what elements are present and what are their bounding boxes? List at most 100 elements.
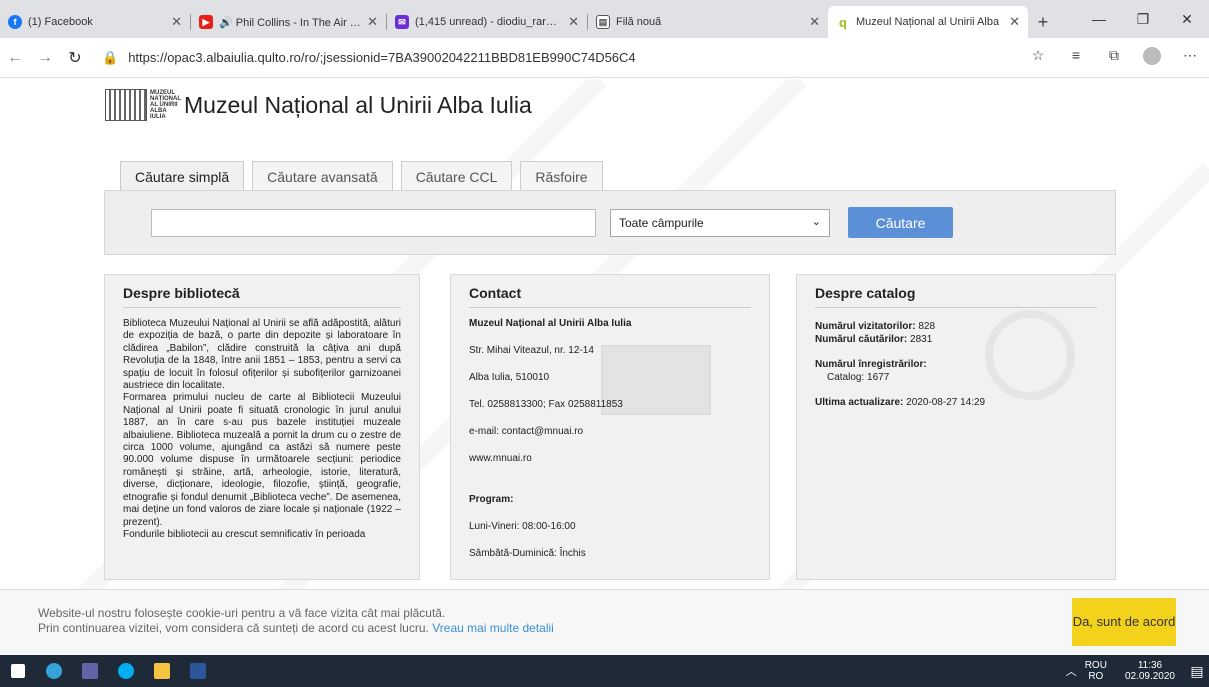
field-select[interactable]: Toate câmpurile ⌄ bbox=[610, 209, 830, 237]
screen: f (1) Facebook ✕ ▶ 🔊 Phil Collins - In T… bbox=[0, 0, 1209, 687]
cookie-line-1: Website-ul nostru folosește cookie-uri p… bbox=[38, 606, 446, 620]
new-tab-button[interactable]: + bbox=[1028, 6, 1058, 38]
logo-text: MUZEUL NAȚIONAL AL UNIRII ALBA IULIA bbox=[150, 90, 181, 120]
window-controls: — ❐ ✕ bbox=[1077, 0, 1209, 38]
about-paragraph: Fondurile bibliotecii au crescut semnifi… bbox=[123, 528, 366, 540]
museum-building-icon bbox=[105, 89, 147, 121]
collections-icon[interactable]: ⧉ bbox=[1095, 47, 1133, 68]
contact-street: Str. Mihai Viteazul, nr. 12-14 bbox=[469, 345, 594, 356]
close-tab-icon[interactable]: ✕ bbox=[1009, 14, 1020, 30]
browser-tab-bar: f (1) Facebook ✕ ▶ 🔊 Phil Collins - In T… bbox=[0, 0, 1209, 38]
favorite-star-icon[interactable]: ☆ bbox=[1019, 47, 1057, 68]
search-panel: Toate câmpurile ⌄ Căutare bbox=[104, 190, 1116, 255]
tab-browse[interactable]: Răsfoire bbox=[520, 161, 603, 191]
cookie-accept-button[interactable]: Da, sunt de acord bbox=[1072, 598, 1176, 646]
visitors-value: 828 bbox=[918, 321, 936, 332]
cookie-details-link[interactable]: Vreau mai multe detalii bbox=[432, 621, 554, 635]
updated-label: Ultima actualizare: bbox=[815, 397, 904, 408]
about-title: Despre bibliotecă bbox=[123, 285, 401, 308]
close-tab-icon[interactable]: ✕ bbox=[367, 14, 378, 30]
tab-ccl-search[interactable]: Căutare CCL bbox=[400, 161, 513, 191]
newtab-icon: ▤ bbox=[596, 15, 610, 29]
mail-icon: ✉ bbox=[395, 15, 409, 29]
search-input[interactable] bbox=[151, 209, 596, 237]
clock-date: 02.09.2020 bbox=[1124, 671, 1175, 682]
close-window-icon[interactable]: ✕ bbox=[1165, 0, 1209, 38]
about-paragraph: Formarea primului nucleu de carte al Bib… bbox=[123, 392, 401, 528]
windows-start-icon[interactable] bbox=[0, 655, 36, 687]
site-title: Muzeul Național al Unirii Alba Iulia bbox=[184, 91, 532, 118]
contact-name: Muzeul Național al Unirii Alba Iulia bbox=[469, 318, 632, 329]
notification-icon[interactable]: ▤ bbox=[1185, 663, 1209, 680]
url-field[interactable]: https://opac3.albaiulia.qulto.ro/ro/;jse… bbox=[128, 50, 1019, 65]
tab-advanced-search[interactable]: Căutare avansată bbox=[252, 161, 393, 191]
browser-tab-mail[interactable]: ✉ (1,415 unread) - diodiu_rares@ ✕ bbox=[387, 6, 587, 38]
browser-tab-newtab[interactable]: ▤ Filă nouă ✕ bbox=[588, 6, 828, 38]
reload-icon[interactable]: ↻ bbox=[60, 48, 90, 68]
contact-details: Muzeul Național al Unirii Alba Iulia Str… bbox=[469, 318, 751, 559]
about-text: Biblioteca Muzeului Național al Unirii s… bbox=[123, 318, 401, 541]
profile-avatar[interactable] bbox=[1133, 47, 1171, 68]
records-label: Numărul înregistrărilor: bbox=[815, 359, 927, 370]
edge-icon[interactable] bbox=[36, 655, 72, 687]
more-menu-icon[interactable]: ⋯ bbox=[1171, 47, 1209, 68]
close-tab-icon[interactable]: ✕ bbox=[809, 14, 820, 30]
close-tab-icon[interactable]: ✕ bbox=[568, 14, 579, 30]
clock[interactable]: 11:36 02.09.2020 bbox=[1125, 660, 1175, 682]
browser-tab-youtube[interactable]: ▶ 🔊 Phil Collins - In The Air To ✕ bbox=[191, 6, 386, 38]
lock-icon[interactable]: 🔒 bbox=[102, 50, 118, 66]
site-logo[interactable]: MUZEUL NAȚIONAL AL UNIRII ALBA IULIA Muz… bbox=[105, 89, 532, 121]
updated-value: 2020-08-27 14:29 bbox=[906, 397, 986, 408]
address-bar: ← → ↻ 🔒 https://opac3.albaiulia.qulto.ro… bbox=[0, 38, 1209, 78]
skype-icon[interactable] bbox=[108, 655, 144, 687]
search-button[interactable]: Căutare bbox=[848, 207, 953, 238]
tab-title: Muzeul Național al Unirii Alba bbox=[856, 16, 1000, 28]
about-paragraph: Biblioteca Muzeului Național al Unirii s… bbox=[123, 318, 401, 392]
searches-value: 2831 bbox=[910, 334, 933, 345]
clock-time: 11:36 bbox=[1137, 660, 1163, 671]
about-panel: Despre bibliotecă Biblioteca Muzeului Na… bbox=[104, 274, 420, 580]
facebook-icon: f bbox=[8, 15, 22, 29]
chevron-up-icon[interactable]: ︿ bbox=[1066, 663, 1077, 679]
program-weekdays: Luni-Vineri: 08:00-16:00 bbox=[469, 521, 576, 532]
contact-website[interactable]: www.mnuai.ro bbox=[469, 453, 751, 464]
taskbar: ︿ ROU RO 11:36 02.09.2020 ▤ bbox=[0, 655, 1209, 687]
catalog-title: Despre catalog bbox=[815, 285, 1097, 308]
tab-title: (1) Facebook bbox=[28, 16, 93, 28]
restore-icon[interactable]: ❐ bbox=[1121, 0, 1165, 38]
catalog-panel: Despre catalog Numărul vizitatorilor: 82… bbox=[796, 274, 1116, 580]
contact-title: Contact bbox=[469, 285, 751, 308]
contact-phone: Tel. 0258813300; Fax 0258811853 bbox=[469, 399, 623, 410]
tab-title: Filă nouă bbox=[616, 16, 662, 28]
teams-icon[interactable] bbox=[72, 655, 108, 687]
contact-city: Alba Iulia, 510010 bbox=[469, 372, 550, 383]
cookie-banner: Website-ul nostru folosește cookie-uri p… bbox=[0, 589, 1209, 655]
searches-label: Numărul căutărilor: bbox=[815, 334, 908, 345]
tab-title: 🔊 Phil Collins - In The Air To bbox=[219, 16, 362, 29]
chevron-down-icon: ⌄ bbox=[811, 216, 821, 228]
language-indicator[interactable]: ROU RO bbox=[1085, 660, 1107, 682]
program-label: Program: bbox=[469, 494, 514, 505]
tab-title: (1,415 unread) - diodiu_rares@ bbox=[415, 16, 563, 28]
records-value: Catalog: 1677 bbox=[827, 372, 890, 383]
browser-tab-facebook[interactable]: f (1) Facebook ✕ bbox=[0, 6, 190, 38]
word-icon[interactable] bbox=[180, 655, 216, 687]
back-icon[interactable]: ← bbox=[0, 49, 30, 67]
catalog-stats: Numărul vizitatorilor: 828 Numărul căută… bbox=[815, 320, 1097, 409]
favorites-list-icon[interactable]: ≡ bbox=[1057, 47, 1095, 68]
visitors-label: Numărul vizitatorilor: bbox=[815, 321, 916, 332]
system-tray: ︿ ROU RO 11:36 02.09.2020 ▤ bbox=[1066, 655, 1209, 687]
contact-email[interactable]: e-mail: contact@mnuai.ro bbox=[469, 426, 751, 437]
keyboard-code: RO bbox=[1088, 671, 1104, 682]
close-tab-icon[interactable]: ✕ bbox=[171, 14, 182, 30]
cookie-text: Website-ul nostru folosește cookie-uri p… bbox=[38, 606, 554, 636]
youtube-icon: ▶ bbox=[199, 15, 213, 29]
web-page: MUZEUL NAȚIONAL AL UNIRII ALBA IULIA Muz… bbox=[0, 79, 1209, 655]
field-select-value: Toate câmpurile bbox=[619, 216, 704, 230]
minimize-icon[interactable]: — bbox=[1077, 0, 1121, 38]
program-weekend: Sâmbătă-Duminică: Închis bbox=[469, 548, 586, 559]
browser-tab-active[interactable]: q Muzeul Național al Unirii Alba ✕ bbox=[828, 6, 1028, 38]
tab-simple-search[interactable]: Căutare simplă bbox=[120, 161, 245, 191]
forward-icon[interactable]: → bbox=[30, 49, 60, 67]
file-explorer-icon[interactable] bbox=[144, 655, 180, 687]
